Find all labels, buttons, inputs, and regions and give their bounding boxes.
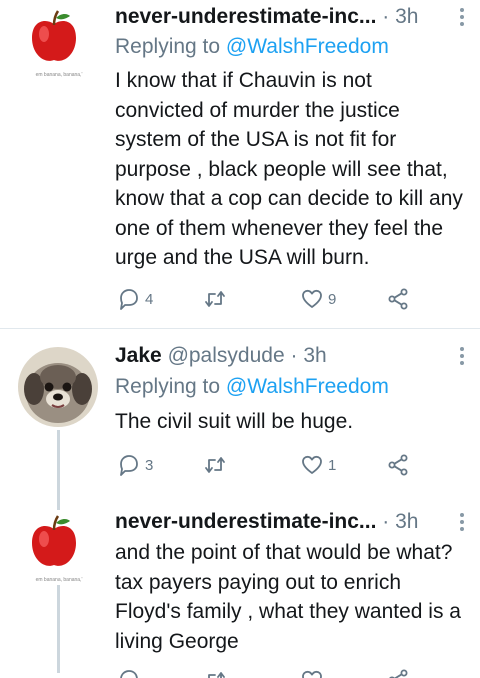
- reply-button[interactable]: 4: [117, 284, 153, 314]
- more-vertical-icon[interactable]: [458, 6, 466, 28]
- reply-count: 3: [145, 456, 154, 474]
- like-button[interactable]: [300, 665, 324, 678]
- mention-link[interactable]: @WalshFreedom: [226, 35, 389, 58]
- avatar[interactable]: [18, 347, 98, 427]
- tweet[interactable]: em banana, banana,' never-underestimate-…: [0, 505, 480, 678]
- share-button[interactable]: [386, 665, 410, 678]
- like-count: 1: [328, 456, 337, 474]
- tweet-header: never-underestimate-inc... · 3h: [115, 2, 466, 32]
- timestamp[interactable]: 3h: [395, 5, 418, 28]
- tweet-header: never-underestimate-inc... · 3h: [115, 507, 466, 537]
- retweet-button[interactable]: [203, 665, 227, 678]
- user-handle[interactable]: @palsydude: [168, 344, 285, 367]
- retweet-icon: [208, 672, 225, 678]
- like-button[interactable]: 1: [300, 450, 336, 480]
- reply-icon: [120, 455, 138, 476]
- retweet-button[interactable]: [203, 450, 231, 480]
- more-vertical-icon[interactable]: [458, 511, 466, 533]
- replying-to-label: Replying to: [115, 375, 226, 398]
- share-icon: [389, 669, 408, 678]
- tweet-header: Jake @palsydude · 3h: [115, 341, 466, 371]
- like-button[interactable]: 9: [300, 284, 336, 314]
- mention-link[interactable]: @WalshFreedom: [226, 375, 389, 398]
- tweet-actions: 3 1: [115, 450, 415, 480]
- reply-button[interactable]: [117, 665, 141, 678]
- tweet-actions: 4 9: [115, 284, 415, 314]
- reply-icon: [120, 670, 138, 678]
- share-button[interactable]: [386, 284, 410, 314]
- apple-avatar-icon: [32, 10, 76, 61]
- tweet-text: and the point of that would be what? tax…: [115, 541, 461, 653]
- tweet[interactable]: em banana, banana,' never-underestimate-…: [0, 0, 480, 328]
- apple-avatar-icon: [32, 515, 76, 566]
- tweet[interactable]: Jake @palsydude · 3h Replying to @WalshF…: [0, 329, 480, 499]
- reply-icon: [120, 289, 138, 310]
- more-vertical-icon[interactable]: [458, 345, 466, 367]
- replying-to-label: Replying to: [115, 35, 226, 58]
- like-count: 9: [328, 290, 337, 308]
- avatar[interactable]: em banana, banana,': [14, 8, 104, 98]
- separator-dot: ·: [290, 344, 298, 367]
- timestamp[interactable]: 3h: [303, 344, 326, 367]
- display-name[interactable]: never-underestimate-inc...: [115, 510, 376, 533]
- replying-to: Replying to @WalshFreedom: [115, 32, 389, 62]
- avatar[interactable]: em banana, banana,': [14, 513, 104, 603]
- reply-button[interactable]: 3: [117, 450, 153, 480]
- replying-to: Replying to @WalshFreedom: [115, 372, 389, 402]
- dog-avatar-icon: [18, 347, 98, 427]
- separator-dot: ·: [382, 510, 390, 533]
- heart-icon: [302, 670, 322, 678]
- avatar-caption: em banana, banana,': [35, 577, 83, 583]
- retweet-icon: [205, 457, 225, 473]
- share-icon: [388, 454, 408, 476]
- timestamp[interactable]: 3h: [395, 510, 418, 533]
- share-icon: [388, 288, 408, 310]
- retweet-button[interactable]: [203, 284, 231, 314]
- display-name[interactable]: never-underestimate-inc...: [115, 5, 376, 28]
- heart-icon: [302, 455, 322, 474]
- separator-dot: ·: [382, 5, 390, 28]
- display-name[interactable]: Jake: [115, 344, 162, 367]
- tweet-text: The civil suit will be huge.: [115, 410, 354, 433]
- retweet-icon: [205, 291, 225, 307]
- tweet-actions: [115, 665, 415, 678]
- heart-icon: [302, 289, 322, 308]
- share-button[interactable]: [386, 450, 410, 480]
- avatar-caption: em banana, banana,': [35, 72, 83, 78]
- reply-count: 4: [145, 290, 154, 308]
- tweet-text: I know that if Chauvin is not convicted …: [115, 69, 463, 269]
